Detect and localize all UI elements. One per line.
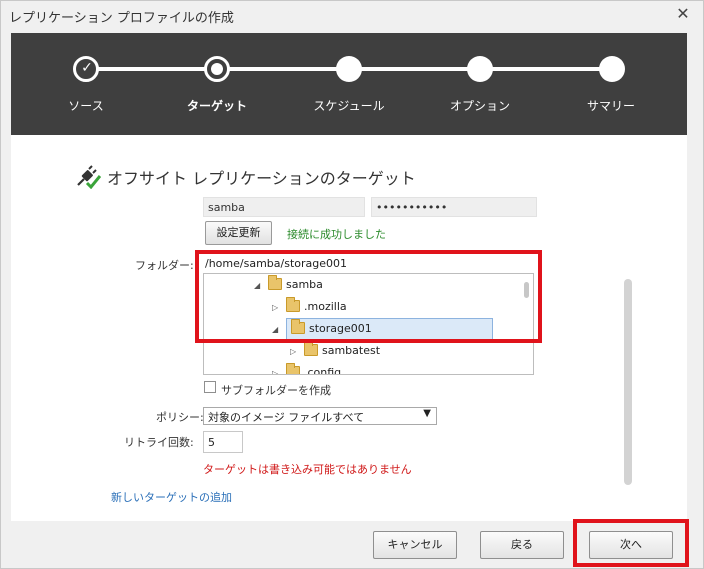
folder-icon [304,341,318,356]
content-scrollbar[interactable] [624,279,632,485]
folder-icon [286,297,300,312]
folder-icon [268,275,282,290]
plug-check-icon [77,165,101,189]
folder-label: フォルダー: [135,259,194,272]
error-message: ターゲットは書き込み可能ではありません [203,463,412,476]
tree-scrollbar[interactable] [524,282,529,298]
step-label-source: ソース [68,99,104,113]
folder-path-input[interactable]: /home/samba/storage001 [203,255,533,273]
step-summary-dot [599,56,625,82]
step-options-dot [467,56,493,82]
content-panel: オフサイト レプリケーションのターゲット samba ••••••••••• 設… [11,135,687,521]
tree-item-samba[interactable]: ◢ samba [254,274,323,296]
expanded-arrow-icon[interactable]: ◢ [272,319,286,341]
step-label-schedule: スケジュール [313,99,385,113]
username-field[interactable]: samba [203,197,365,217]
tree-item-storage001[interactable]: ◢ storage001 [272,318,493,340]
collapsed-arrow-icon[interactable]: ▷ [272,297,286,319]
step-label-summary: サマリー [586,99,635,113]
cancel-button[interactable]: キャンセル [373,531,457,559]
tree-item-sambatest[interactable]: ▷ sambatest [290,340,380,362]
step-label-target: ターゲット [186,99,247,113]
policy-select[interactable]: 対象のイメージ ファイルすべて ▼ [203,407,437,425]
step-schedule-dot [336,56,362,82]
refresh-settings-button[interactable]: 設定更新 [205,221,272,245]
create-subfolder-label: サブフォルダーを作成 [221,384,331,397]
policy-selected-value: 対象のイメージ ファイルすべて [208,411,365,424]
folder-icon [291,319,305,334]
step-source-dot: ✓ [73,56,99,82]
policy-label: ポリシー: [156,411,204,424]
close-icon[interactable]: ✕ [673,4,693,24]
create-subfolder-checkbox[interactable] [204,381,216,393]
dialog-title: レプリケーション プロファイルの作成 [9,11,234,26]
section-heading: オフサイト レプリケーションのターゲット [107,169,416,188]
tree-item-label: storage001 [309,322,372,335]
password-field[interactable]: ••••••••••• [371,197,537,217]
back-button[interactable]: 戻る [480,531,564,559]
collapsed-arrow-icon[interactable]: ▷ [272,363,286,374]
folder-icon [286,363,300,374]
wizard-steps: ✓ ソース ターゲット スケジュール オプション サマリー [11,33,687,135]
replication-profile-dialog: レプリケーション プロファイルの作成 ✕ ✓ ソース ターゲット スケジュール … [0,0,704,569]
checkmark-icon: ✓ [81,60,93,76]
expanded-arrow-icon[interactable]: ◢ [254,275,268,297]
title-bar: レプリケーション プロファイルの作成 ✕ [1,1,703,31]
next-button[interactable]: 次へ [589,531,673,559]
step-label-options: オプション [449,99,510,113]
dropdown-arrow-icon: ▼ [423,408,431,419]
retry-count-input[interactable]: 5 [203,431,243,453]
tree-item-mozilla[interactable]: ▷ .mozilla [272,296,347,318]
add-target-link[interactable]: 新しいターゲットの追加 [111,489,232,505]
connection-status: 接続に成功しました [287,228,386,241]
collapsed-arrow-icon[interactable]: ▷ [290,341,304,363]
step-target-dot [204,56,230,82]
retry-label: リトライ回数: [124,436,194,449]
folder-tree[interactable]: ◢ samba ▷ .mozilla ◢ storage001 ▷ sambatest … [203,273,534,375]
tree-item-config[interactable]: ▷ .config [272,362,341,374]
